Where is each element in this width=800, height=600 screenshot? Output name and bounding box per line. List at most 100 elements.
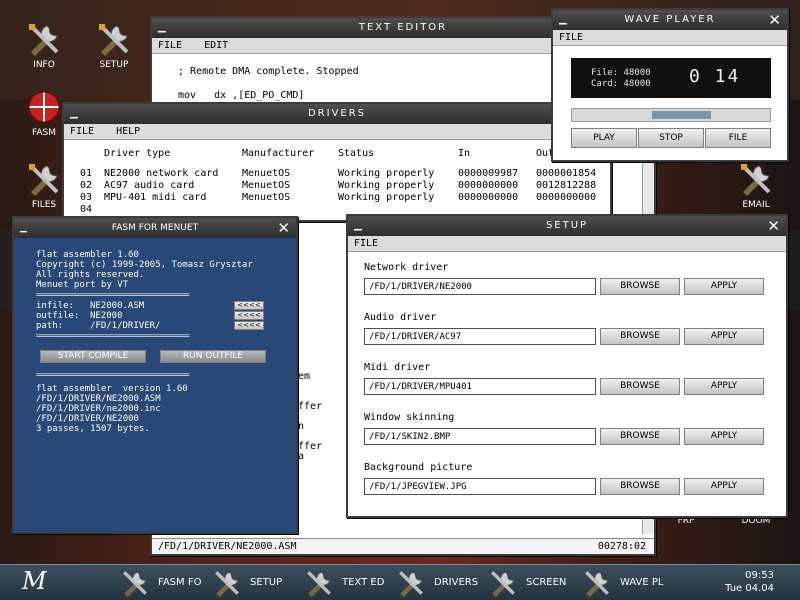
menu-edit[interactable]: EDIT bbox=[204, 40, 228, 51]
taskbar-item-label: DRIVERS bbox=[434, 577, 479, 588]
drivers-window: ▁ DRIVERS FILE HELP Driver type Manufact… bbox=[62, 102, 612, 222]
infile-value[interactable]: NE2000.ASM bbox=[90, 301, 144, 311]
desktop-icon-setup[interactable]: SETUP bbox=[84, 22, 144, 70]
taskbar-item-fasm[interactable]: FASM FO bbox=[118, 569, 201, 597]
close-icon[interactable]: ✕ bbox=[768, 10, 781, 30]
text-line: Copyright (c) 1999-2005, Tomasz Grysztar bbox=[36, 260, 253, 270]
setup-window: ▁ SETUP ✕ FILE Network driver /FD/1/DRIV… bbox=[346, 214, 788, 518]
menu-file[interactable]: FILE bbox=[559, 32, 583, 43]
browse-button[interactable]: BROWSE bbox=[600, 478, 680, 495]
progress-track[interactable] bbox=[571, 108, 771, 122]
clock[interactable]: 09:53 Tue 04.04 bbox=[725, 569, 774, 595]
taskbar-item-setup[interactable]: SETUP bbox=[210, 569, 282, 597]
separator: ======================================== bbox=[36, 331, 190, 340]
setup-group-background: Background picture /FD/1/JPEGVIEW.JPG BR… bbox=[348, 462, 786, 510]
path-field[interactable]: /FD/1/DRIVER/NE2000 bbox=[364, 278, 596, 295]
path-field[interactable]: /FD/1/DRIVER/AC97 bbox=[364, 328, 596, 345]
menu-help[interactable]: HELP bbox=[116, 126, 140, 137]
editor-visible-fragment: em ffer n ffer a bbox=[298, 372, 346, 462]
drivers-menubar: FILE HELP bbox=[64, 124, 610, 140]
row-out: 0012812288 bbox=[536, 180, 597, 191]
start-compile-button[interactable]: START COMPILE bbox=[40, 350, 146, 363]
row-status: Working properly bbox=[338, 180, 435, 191]
stop-button[interactable]: STOP bbox=[638, 128, 704, 148]
path-field[interactable]: /FD/1/SKIN2.BMP bbox=[364, 428, 596, 445]
browse-button[interactable]: BROWSE bbox=[600, 278, 680, 295]
table-row[interactable]: 02 AC97 audio card MenuetOS Working prop… bbox=[64, 180, 610, 192]
col-header-manufacturer: Manufacturer bbox=[242, 148, 315, 159]
editor-line: a bbox=[298, 451, 305, 462]
outfile-arrow-button[interactable]: <<<< bbox=[234, 311, 264, 320]
row-type: AC97 audio card bbox=[104, 180, 195, 191]
file-button[interactable]: FILE bbox=[705, 128, 771, 148]
window-title: TEXT EDITOR bbox=[358, 22, 448, 33]
infile-arrow-button[interactable]: <<<< bbox=[234, 301, 264, 310]
close-icon[interactable]: ✕ bbox=[277, 218, 290, 238]
wave-player-titlebar[interactable]: ▁ WAVE PLAYER ✕ bbox=[553, 10, 787, 30]
taskbar-item-drivers[interactable]: DRIVERS bbox=[394, 569, 478, 597]
apply-button[interactable]: APPLY bbox=[684, 328, 764, 345]
desktop-icon-label: SETUP bbox=[99, 60, 129, 70]
text-line: All rights reserved. bbox=[36, 270, 145, 280]
text-line: ======================================== bbox=[36, 290, 190, 299]
taskbar-item-wave-player[interactable]: WAVE PL bbox=[580, 569, 663, 597]
row-manufacturer: MenuetOS bbox=[242, 180, 291, 191]
path-value[interactable]: /FD/1/DRIVER/ bbox=[90, 321, 160, 331]
desktop-icon-label: FASM bbox=[32, 128, 56, 138]
menu-file[interactable]: FILE bbox=[354, 238, 378, 249]
drivers-table: Driver type Manufacturer Status In Out 0… bbox=[64, 148, 610, 216]
path-field[interactable]: /FD/1/JPEGVIEW.JPG bbox=[364, 478, 596, 495]
group-label: Audio driver bbox=[364, 312, 437, 323]
desktop-icon-email[interactable]: EMAIL bbox=[726, 162, 786, 210]
row-out: 0000001854 bbox=[536, 168, 597, 179]
path-arrow-button[interactable]: <<<< bbox=[234, 321, 264, 330]
apply-button[interactable]: APPLY bbox=[684, 478, 764, 495]
tools-icon bbox=[491, 571, 515, 597]
close-icon[interactable]: ✕ bbox=[767, 216, 780, 236]
minimize-icon[interactable]: ▁ bbox=[70, 104, 78, 124]
outfile-value[interactable]: NE2000 bbox=[90, 311, 123, 321]
row-type: MPU-401 midi card bbox=[104, 192, 207, 203]
browse-button[interactable]: BROWSE bbox=[600, 328, 680, 345]
row-num: 04 bbox=[80, 204, 93, 215]
tools-icon bbox=[99, 24, 129, 56]
fasm-titlebar[interactable]: ▁ FASM FOR MENUET ✕ bbox=[14, 218, 296, 238]
file-label: File: bbox=[591, 68, 619, 78]
setup-titlebar[interactable]: ▁ SETUP ✕ bbox=[348, 216, 786, 236]
path-field[interactable]: /FD/1/DRIVER/MPU401 bbox=[364, 378, 596, 395]
separator: ======================================== bbox=[36, 370, 190, 379]
apply-button[interactable]: APPLY bbox=[684, 378, 764, 395]
taskbar-item-label: SCREEN bbox=[526, 577, 567, 588]
apply-button[interactable]: APPLY bbox=[684, 428, 764, 445]
wave-player-menubar: FILE bbox=[553, 30, 787, 46]
drivers-titlebar[interactable]: ▁ DRIVERS bbox=[64, 104, 610, 124]
wave-display: File: 48000 Card: 48000 0 14 bbox=[571, 58, 771, 98]
table-row[interactable]: 03 MPU-401 midi card MenuetOS Working pr… bbox=[64, 192, 610, 204]
menu-logo-button[interactable]: M bbox=[22, 567, 47, 595]
path-label: path: bbox=[36, 321, 64, 331]
text-line: /FD/1/DRIVER/NE2000 bbox=[36, 414, 139, 424]
desktop-icon-label: FILES bbox=[31, 200, 57, 210]
run-outfile-button[interactable]: RUN OUTFILE bbox=[160, 350, 266, 363]
table-row[interactable]: 01 NE2000 network card MenuetOS Working … bbox=[64, 168, 610, 180]
row-manufacturer: MenuetOS bbox=[242, 192, 291, 203]
play-button[interactable]: PLAY bbox=[571, 128, 637, 148]
window-title: SETUP bbox=[545, 220, 589, 231]
minimize-icon[interactable]: ▁ bbox=[354, 216, 362, 236]
tools-icon bbox=[123, 571, 147, 597]
desktop-icon-info[interactable]: INFO bbox=[14, 22, 74, 70]
browse-button[interactable]: BROWSE bbox=[600, 428, 680, 445]
apply-button[interactable]: APPLY bbox=[684, 278, 764, 295]
menu-file[interactable]: FILE bbox=[158, 40, 182, 51]
tools-icon bbox=[29, 164, 59, 196]
minimize-icon[interactable]: ▁ bbox=[20, 218, 27, 238]
minimize-icon[interactable]: ▁ bbox=[158, 18, 166, 38]
window-title: FASM FOR MENUET bbox=[111, 223, 199, 233]
infile-label: infile: bbox=[36, 301, 74, 311]
minimize-icon[interactable]: ▁ bbox=[559, 10, 567, 30]
menu-file[interactable]: FILE bbox=[70, 126, 94, 137]
taskbar-item-screen[interactable]: SCREEN bbox=[486, 569, 566, 597]
browse-button[interactable]: BROWSE bbox=[600, 378, 680, 395]
taskbar-item-text-editor[interactable]: TEXT ED bbox=[302, 569, 384, 597]
